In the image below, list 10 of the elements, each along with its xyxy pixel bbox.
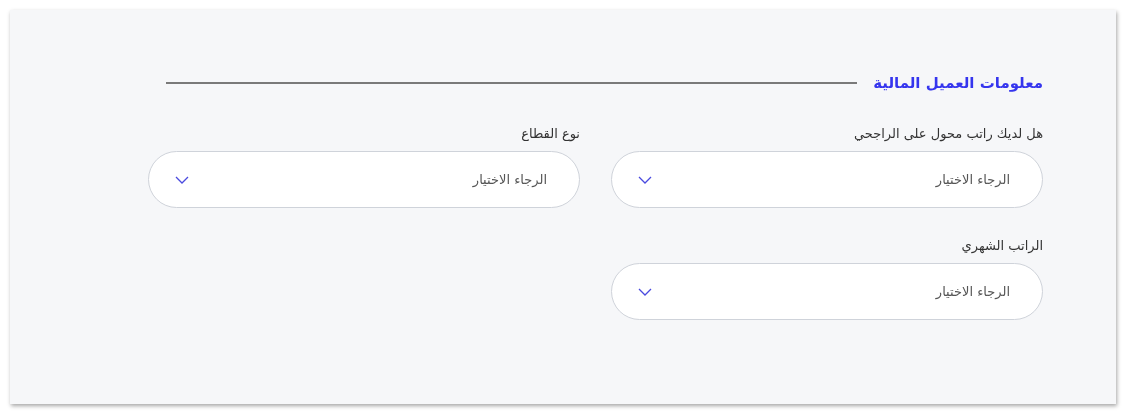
dropdown-field[interactable]: الرجاء الاختيار	[611, 151, 1043, 208]
chevron-down-icon	[638, 175, 652, 184]
dropdown-field[interactable]: الرجاء الاختيار	[148, 151, 580, 208]
field-label: نوع القطاع	[520, 126, 580, 141]
section-title: معلومات العميل المالية	[873, 74, 1043, 92]
chevron-down-icon	[638, 287, 652, 296]
field-label: الراتب الشهري	[960, 238, 1043, 253]
dropdown-field[interactable]: الرجاء الاختيار	[611, 263, 1043, 320]
field-label: هل لديك راتب محول على الراجحي	[852, 126, 1043, 141]
chevron-down-icon	[175, 175, 189, 184]
